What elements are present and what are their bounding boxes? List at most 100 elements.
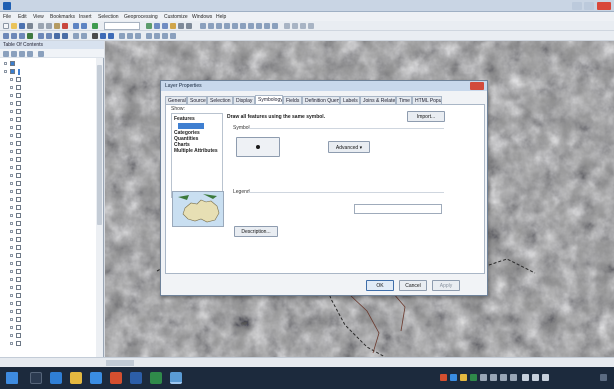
layer-visibility-checkbox[interactable] bbox=[16, 205, 21, 210]
list-by-visibility-icon[interactable] bbox=[19, 51, 25, 57]
expand-toggle-icon[interactable] bbox=[10, 126, 13, 129]
expand-toggle-icon[interactable] bbox=[10, 190, 13, 193]
list-by-drawing-order-icon[interactable] bbox=[3, 51, 9, 57]
layer-item[interactable] bbox=[10, 180, 98, 187]
expand-toggle-icon[interactable] bbox=[10, 142, 13, 145]
layer-item[interactable] bbox=[10, 324, 98, 331]
tab-general[interactable]: General bbox=[165, 96, 187, 104]
start-icon[interactable] bbox=[6, 372, 18, 384]
expand-toggle-icon[interactable] bbox=[10, 262, 13, 265]
menu-help[interactable]: Help bbox=[216, 14, 226, 20]
layout-tool-icon[interactable] bbox=[292, 23, 298, 29]
layer-visibility-checkbox[interactable] bbox=[16, 333, 21, 338]
zoom-out-icon[interactable] bbox=[11, 33, 17, 39]
tray-app-icon[interactable] bbox=[500, 374, 507, 381]
layer-item[interactable] bbox=[10, 76, 98, 83]
tab-html-popup[interactable]: HTML Popup bbox=[412, 96, 442, 104]
show-item-single-symbol[interactable] bbox=[178, 123, 204, 129]
find-icon[interactable] bbox=[108, 33, 114, 39]
toc-scrollbar-thumb[interactable] bbox=[97, 65, 102, 225]
layer-visibility-checkbox[interactable] bbox=[16, 101, 21, 106]
expand-toggle-icon[interactable] bbox=[10, 230, 13, 233]
create-viewer-icon[interactable] bbox=[272, 23, 278, 29]
tab-source[interactable]: Source bbox=[187, 96, 207, 104]
redo-icon[interactable] bbox=[81, 23, 87, 29]
layout-tool-icon[interactable] bbox=[308, 23, 314, 29]
layer-visibility-checkbox[interactable] bbox=[16, 301, 21, 306]
dialog-close-button[interactable] bbox=[470, 82, 484, 90]
expand-toggle-icon[interactable] bbox=[10, 270, 13, 273]
layer-visibility-checkbox[interactable] bbox=[16, 117, 21, 122]
edge-icon[interactable] bbox=[50, 372, 62, 384]
expand-toggle-icon[interactable] bbox=[10, 310, 13, 313]
select-elements-icon[interactable] bbox=[216, 23, 222, 29]
print-icon[interactable] bbox=[27, 23, 33, 29]
menu-bookmarks[interactable]: Bookmarks bbox=[50, 14, 75, 20]
python-icon[interactable] bbox=[178, 23, 184, 29]
symbol-button[interactable] bbox=[236, 137, 280, 157]
layer-item[interactable] bbox=[10, 164, 98, 171]
layout-tool-icon[interactable] bbox=[284, 23, 290, 29]
menu-customize[interactable]: Customize bbox=[164, 14, 188, 20]
layer-item[interactable] bbox=[10, 140, 98, 147]
layer-item[interactable] bbox=[10, 316, 98, 323]
layer-item[interactable] bbox=[10, 92, 98, 99]
expand-toggle-icon[interactable] bbox=[10, 318, 13, 321]
layer-visibility-checkbox[interactable] bbox=[16, 157, 21, 162]
file-explorer-icon[interactable] bbox=[70, 372, 82, 384]
tab-fields[interactable]: Fields bbox=[283, 96, 302, 104]
menu-view[interactable]: View bbox=[33, 14, 44, 20]
swipe-icon[interactable] bbox=[135, 33, 141, 39]
layer-item[interactable] bbox=[10, 220, 98, 227]
apply-button[interactable]: Apply bbox=[432, 280, 460, 291]
hyperlink-icon[interactable] bbox=[232, 23, 238, 29]
tab-labels[interactable]: Labels bbox=[340, 96, 360, 104]
select-pointer-icon[interactable] bbox=[92, 33, 98, 39]
list-by-source-icon[interactable] bbox=[11, 51, 17, 57]
menu-selection[interactable]: Selection bbox=[98, 14, 119, 20]
catalog-icon[interactable] bbox=[162, 23, 168, 29]
expand-toggle-icon[interactable] bbox=[10, 206, 13, 209]
layer-visibility-checkbox[interactable] bbox=[10, 61, 15, 66]
layer-item[interactable] bbox=[10, 204, 98, 211]
expand-toggle-icon[interactable] bbox=[10, 302, 13, 305]
layer-item[interactable] bbox=[10, 196, 98, 203]
maximize-button[interactable] bbox=[584, 2, 594, 10]
layer-item[interactable] bbox=[10, 132, 98, 139]
undo-icon[interactable] bbox=[73, 23, 79, 29]
close-window-button[interactable] bbox=[597, 2, 611, 10]
layer-item[interactable] bbox=[10, 84, 98, 91]
tray-app-icon[interactable] bbox=[470, 374, 477, 381]
clear-selected-icon[interactable] bbox=[81, 33, 87, 39]
layer-visibility-checkbox[interactable] bbox=[16, 109, 21, 114]
layer-item[interactable] bbox=[10, 268, 98, 275]
expand-toggle-icon[interactable] bbox=[10, 278, 13, 281]
layer-visibility-checkbox[interactable] bbox=[16, 229, 21, 234]
expand-toggle-icon[interactable] bbox=[10, 174, 13, 177]
store-icon[interactable] bbox=[90, 372, 102, 384]
find-route-icon[interactable] bbox=[256, 23, 262, 29]
layer-visibility-checkbox[interactable] bbox=[16, 181, 21, 186]
layer-visibility-checkbox[interactable] bbox=[16, 125, 21, 130]
copy-icon[interactable] bbox=[46, 23, 52, 29]
viewer-icon[interactable] bbox=[162, 33, 168, 39]
overview-icon[interactable] bbox=[154, 33, 160, 39]
layer-item[interactable] bbox=[10, 172, 98, 179]
expand-toggle-icon[interactable] bbox=[10, 294, 13, 297]
layer-item[interactable] bbox=[10, 108, 98, 115]
tray-app-icon[interactable] bbox=[510, 374, 517, 381]
cut-icon[interactable] bbox=[38, 23, 44, 29]
tray-app-icon[interactable] bbox=[480, 374, 487, 381]
layer-visibility-checkbox[interactable] bbox=[16, 317, 21, 322]
tray-app-icon[interactable] bbox=[440, 374, 447, 381]
tray-app-icon[interactable] bbox=[460, 374, 467, 381]
expand-toggle-icon[interactable] bbox=[10, 150, 13, 153]
layer-visibility-checkbox[interactable] bbox=[16, 165, 21, 170]
tab-definition-query[interactable]: Definition Query bbox=[302, 96, 340, 104]
add-data-icon[interactable] bbox=[92, 23, 98, 29]
layer-visibility-checkbox[interactable] bbox=[16, 261, 21, 266]
layer-item[interactable] bbox=[10, 332, 98, 339]
new-icon[interactable] bbox=[3, 23, 9, 29]
layer-visibility-checkbox[interactable] bbox=[16, 213, 21, 218]
layer-visibility-checkbox[interactable] bbox=[16, 173, 21, 178]
